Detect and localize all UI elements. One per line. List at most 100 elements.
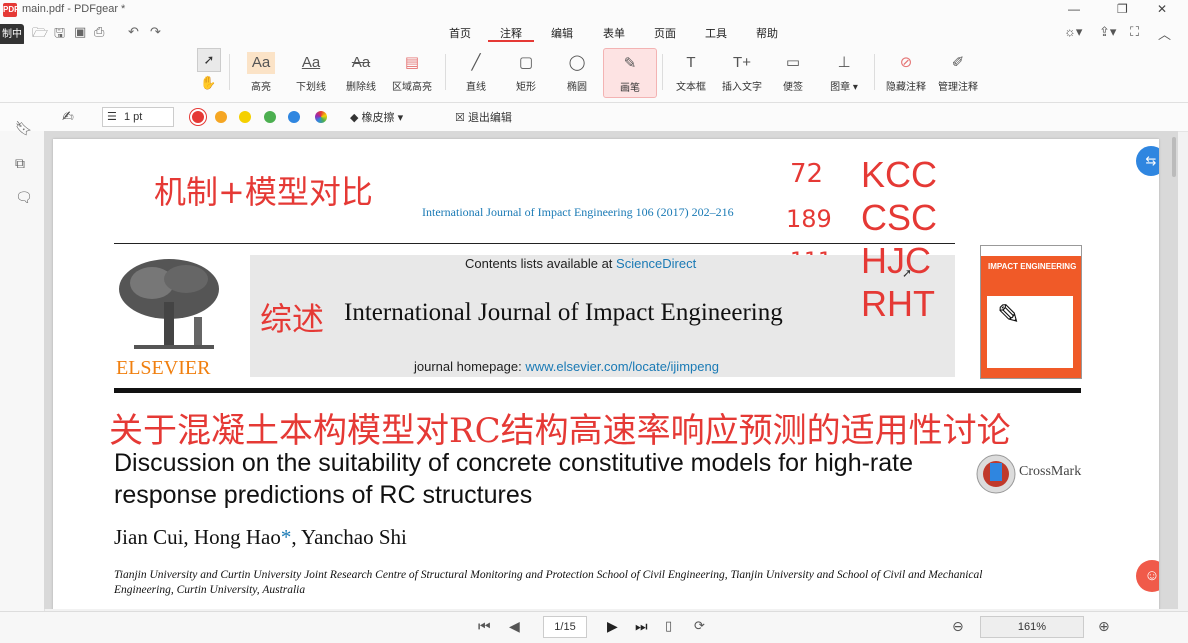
first-page-icon[interactable]: ⏮ (478, 618, 491, 635)
hide-annotations-label: 隐藏注释 (886, 82, 926, 93)
title-bar: PDF main.pdf - PDFgear * — ❐ ✕ (0, 0, 1188, 20)
highlight-icon: Aa (247, 52, 275, 74)
tab-home[interactable]: 首页 (449, 25, 471, 41)
highlight-button[interactable]: Aa 高亮 (235, 48, 287, 96)
tab-annotate[interactable]: 注释 (500, 25, 522, 41)
contents-line: Contents lists available at ScienceDirec… (465, 256, 696, 271)
elsevier-wordmark: ELSEVIER (116, 357, 211, 379)
pen-label: 画笔 (620, 83, 640, 94)
note-label: 便签 (783, 82, 803, 93)
last-page-icon[interactable]: ⏭ (635, 618, 648, 635)
rotate-icon[interactable]: ⟳ (694, 618, 705, 634)
pen-options-bar: ✍ ☰ 1 pt ◆ 橡皮擦 ▾ ☒ 退出编辑 (0, 103, 1188, 132)
contents-prefix: Contents lists available at (465, 256, 617, 271)
cover-title: IMPACT ENGINEERING (988, 262, 1077, 271)
sciencedirect-link[interactable]: ScienceDirect (616, 256, 696, 271)
color-green[interactable] (264, 111, 276, 123)
redo-icon[interactable]: ↷ (150, 24, 161, 40)
journal-name: International Journal of Impact Engineer… (344, 299, 783, 326)
open-folder-icon[interactable]: 🗁 (32, 24, 48, 46)
stamp-label: 图章 ▾ (830, 82, 858, 93)
tab-edit[interactable]: 编辑 (551, 25, 573, 41)
journal-cover-image: IMPACT ENGINEERING ✎ (980, 245, 1082, 379)
zoom-level[interactable]: 161% (980, 616, 1084, 638)
collapse-ribbon-icon[interactable]: ︿ (1158, 24, 1171, 43)
bookmark-icon[interactable]: 🔖︎ (15, 120, 33, 137)
fullscreen-icon[interactable]: ⛶ (1130, 24, 1139, 40)
active-tab-underline (488, 40, 534, 42)
divider (229, 54, 230, 90)
fit-page-icon[interactable]: ▯ (665, 618, 672, 634)
color-blue[interactable] (288, 111, 300, 123)
exit-edit-button[interactable]: ☒ 退出编辑 (455, 109, 512, 125)
document-viewport[interactable]: 机制+模型对比 International Journal of Impact … (44, 131, 1178, 609)
tab-forms[interactable]: 表单 (603, 25, 625, 41)
color-yellow[interactable] (239, 111, 251, 123)
line-button[interactable]: ╱ 直线 (450, 48, 502, 96)
note-icon: ▭ (785, 54, 801, 71)
print-icon[interactable]: ⎙ (94, 24, 104, 40)
eraser-button[interactable]: ◆ 橡皮擦 ▾ (350, 109, 403, 125)
tab-tools[interactable]: 工具 (705, 25, 727, 41)
area-highlight-button[interactable]: ▤ 区域高亮 (386, 48, 438, 96)
manage-annotations-button[interactable]: ✐ 管理注释 (932, 48, 984, 96)
save-icon[interactable]: 🖫 (54, 24, 65, 46)
thick-rule (114, 388, 1081, 393)
pen-button[interactable]: ✎ 画笔 (603, 48, 657, 98)
color-red-selected[interactable] (190, 109, 206, 125)
underline-button[interactable]: Aa 下划线 (285, 48, 337, 96)
convert-to-word-icon[interactable]: ⇆ (1136, 146, 1159, 176)
eraser-icon: ◆ (350, 112, 359, 124)
close-icon[interactable]: ✕ (1157, 2, 1167, 16)
underline-icon: Aa (301, 54, 321, 71)
comments-icon[interactable]: 🗨︎ (15, 189, 33, 206)
corresponding-author-mark[interactable]: * (281, 525, 292, 549)
restore-icon[interactable]: ❐ (1117, 2, 1128, 16)
zoom-in-icon[interactable]: ⊕ (1098, 618, 1110, 635)
pdf-page[interactable]: 机制+模型对比 International Journal of Impact … (53, 139, 1159, 609)
pdfgear-logo-icon: PDF (3, 3, 19, 17)
insert-text-button[interactable]: T+ 插入文字 (716, 48, 768, 96)
color-custom-picker[interactable] (315, 111, 327, 123)
color-orange[interactable] (215, 111, 227, 123)
select-cursor-icon[interactable]: ➚ (197, 48, 221, 72)
thumbnails-icon[interactable]: ⧉ (15, 155, 25, 172)
strikethrough-button[interactable]: Aa 删除线 (335, 48, 387, 96)
undo-icon[interactable]: ↶ (128, 24, 139, 40)
rectangle-button[interactable]: ▢ 矩形 (500, 48, 552, 96)
bottom-navigation-bar: ⏮ ◀ 1/15 ▶ ⏭ ▯ ⟳ ⊖ 161% ⊕ (0, 611, 1188, 643)
next-page-icon[interactable]: ▶ (607, 618, 618, 635)
stamp-icon: ⊥ (837, 54, 851, 71)
hand-tool-icon[interactable]: ✋ (200, 75, 216, 91)
vertical-scrollbar[interactable] (1172, 137, 1176, 177)
textbox-button[interactable]: T 文本框 (665, 48, 717, 96)
cover-band (981, 246, 1081, 256)
authors-tail: , Yanchao Shi (291, 525, 407, 549)
tab-pages[interactable]: 页面 (654, 25, 676, 41)
article-title: Discussion on the suitability of concret… (114, 449, 913, 509)
ai-assistant-icon[interactable]: ☺ (1136, 560, 1159, 592)
rectangle-icon: ▢ (518, 54, 534, 71)
ellipse-label: 椭圆 (567, 82, 587, 93)
hide-annotations-button[interactable]: ⊘ 隐藏注释 (880, 48, 932, 96)
note-button[interactable]: ▭ 便签 (767, 48, 819, 96)
line-width-select[interactable]: ☰ 1 pt (102, 107, 174, 127)
save-as-icon[interactable]: ▣ (74, 24, 86, 40)
authors: Jian Cui, Hong Hao*, Yanchao Shi (114, 525, 407, 550)
line-label: 直线 (466, 82, 486, 93)
theme-icon[interactable]: ☼▾ (1064, 24, 1082, 40)
page-number-input[interactable]: 1/15 (543, 616, 587, 638)
ellipse-button[interactable]: ◯ 椭圆 (551, 48, 603, 96)
affiliation: Tianjin University and Curtin University… (114, 569, 983, 596)
handwritten-note-mechanism: 机制+模型对比 (154, 173, 373, 211)
eraser-label: 橡皮擦 (361, 112, 395, 124)
area-highlight-label: 区域高亮 (392, 82, 432, 93)
tab-help[interactable]: 帮助 (756, 25, 778, 41)
previous-page-icon[interactable]: ◀ (509, 618, 520, 635)
manage-annotations-label: 管理注释 (938, 82, 978, 93)
minimize-icon[interactable]: — (1068, 2, 1080, 16)
zoom-out-icon[interactable]: ⊖ (952, 618, 964, 635)
homepage-link[interactable]: www.elsevier.com/locate/ijimpeng (525, 359, 719, 374)
stamp-button[interactable]: ⊥ 图章 ▾ (818, 48, 870, 96)
share-icon[interactable]: ⇪▾ (1099, 24, 1116, 40)
